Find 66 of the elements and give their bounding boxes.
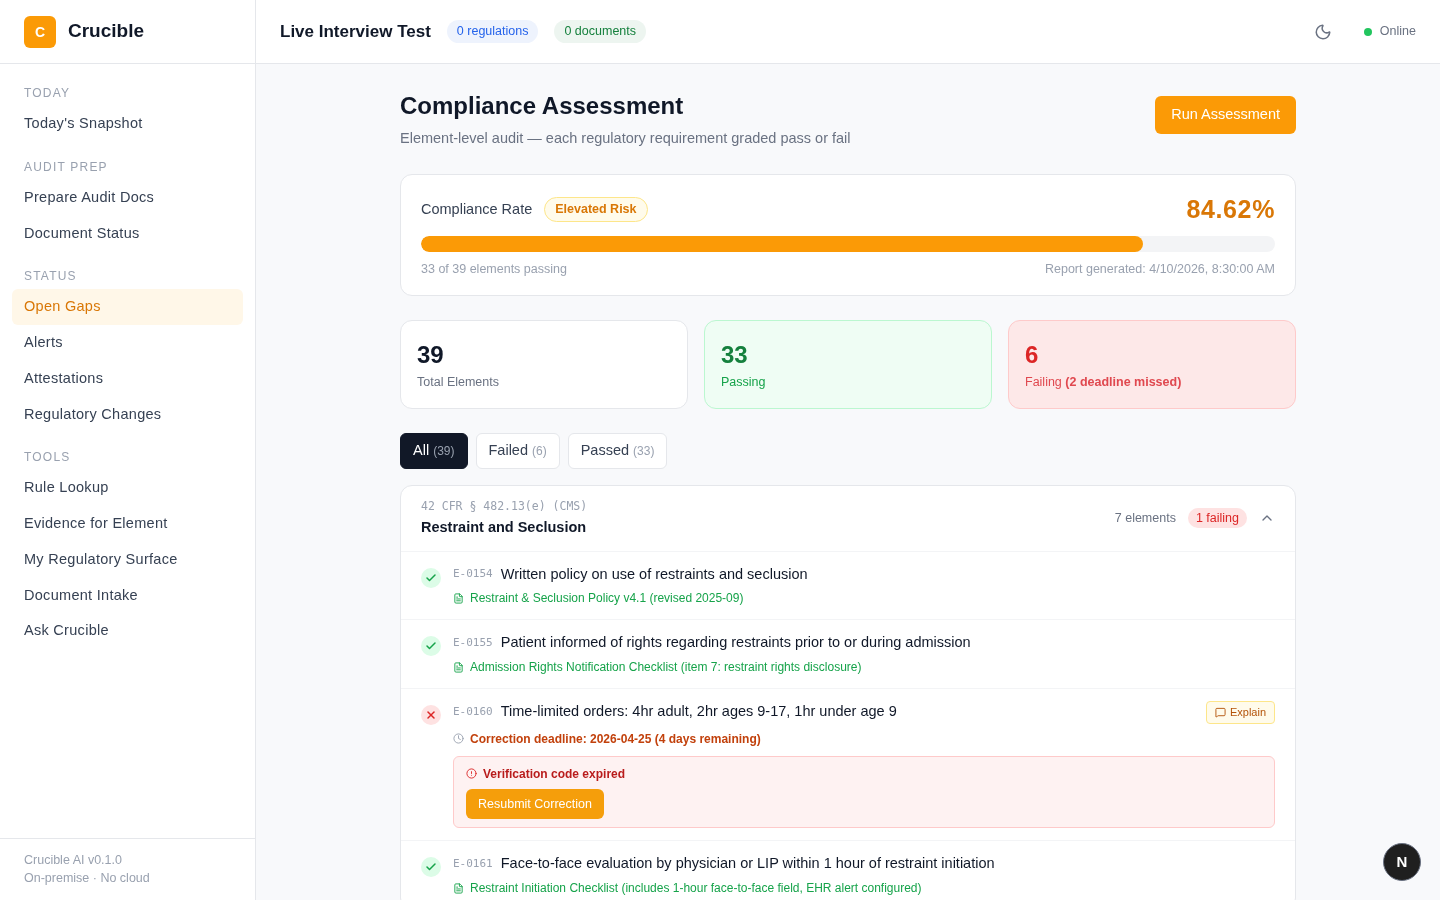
section-heading: STATUS <box>23 268 78 286</box>
document-icon <box>453 882 464 894</box>
logo: C <box>24 15 56 48</box>
stat-value: 33 <box>721 340 749 370</box>
stat-label: Passing <box>721 374 767 391</box>
element-text: Written policy on use of restraints and seclusion <box>500 564 808 584</box>
nav-item[interactable]: Evidence for Element <box>12 506 243 542</box>
element-id: E-0154 <box>453 566 493 583</box>
nav-item[interactable]: Attestations <box>12 360 243 397</box>
nav-item[interactable]: Document Status <box>12 215 243 252</box>
element-text: Patient informed of rights regarding restraints prior to or during admission <box>500 633 971 653</box>
nav-item[interactable]: My Regulatory Surface <box>12 541 243 578</box>
element-text: Time-limited orders: 4hr adult, 2hr ages 9-17, 1hr under age 9 <box>500 702 897 722</box>
footer-text: Crucible AI v0.1.0 <box>24 851 123 869</box>
passing-summary: 33 of 39 elements passing <box>421 261 567 279</box>
element-id: E-0161 <box>453 855 493 872</box>
element-text: Face-to-face evaluation by physician or LIP within 1 hour of restraint initiation <box>500 854 995 874</box>
element-id: E-0160 <box>453 704 493 720</box>
footer-text: On-premise · No cloud <box>24 870 151 888</box>
regulation-title: Restraint and Seclusion <box>421 517 588 537</box>
nav-item[interactable]: Ask Crucible <box>12 613 243 649</box>
document-icon <box>453 592 464 604</box>
stat-value: 39 <box>417 340 445 370</box>
subtitle: Element-level audit — each regulatory requirement graded pass or fail <box>400 129 851 148</box>
check-icon <box>421 636 441 657</box>
nav-item[interactable]: Document Intake <box>12 577 243 614</box>
clock-icon <box>453 733 464 744</box>
chat-icon <box>1214 706 1226 718</box>
nav-item[interactable]: Regulatory Changes <box>12 396 243 433</box>
failing-badge: 1 failing <box>1187 507 1247 529</box>
alert-icon <box>466 768 477 779</box>
count-badge: 0 regulations <box>446 20 539 43</box>
nav-item[interactable]: Prepare Audit Docs <box>12 179 243 216</box>
brand-name: Crucible <box>68 19 145 44</box>
page-title: Live Interview Test <box>280 20 431 43</box>
heading: Compliance Assessment <box>400 91 685 121</box>
filter-tab[interactable]: All (39) <box>400 432 468 469</box>
check-icon <box>421 857 441 878</box>
stat-label: Total Elements <box>417 374 500 391</box>
nav-item[interactable]: Today's Snapshot <box>12 106 243 142</box>
filter-tab[interactable]: Passed (33) <box>567 432 668 469</box>
nav-item[interactable]: Alerts <box>12 325 243 361</box>
count-badge: 0 documents <box>554 20 646 43</box>
rate-value: 84.62% <box>1186 193 1275 225</box>
report-time: Report generated: 4/10/2026, 8:30:00 AM <box>1044 261 1275 279</box>
section-heading: TODAY <box>23 85 72 102</box>
element-id: E-0155 <box>453 634 493 651</box>
filter-tab[interactable]: Failed (6) <box>475 432 560 469</box>
section-heading: TOOLS <box>23 449 72 467</box>
stat-label: Failing (2 deadline missed) <box>1025 374 1183 391</box>
dev-tools-button[interactable]: N <box>1383 843 1421 881</box>
theme-toggle-icon[interactable] <box>1313 22 1332 41</box>
risk-badge: Elevated Risk <box>544 197 648 222</box>
document-icon <box>453 661 464 673</box>
error-text: Verification code expired <box>483 765 626 783</box>
cross-icon <box>421 705 441 725</box>
deadline-text: Correction deadline: 2026-04-25 (4 days remaining) <box>470 730 761 748</box>
rate-label: Compliance Rate <box>421 199 533 219</box>
citation: 42 CFR § 482.13(e) (CMS) <box>421 497 589 515</box>
explain-button[interactable]: Explain <box>1205 701 1275 724</box>
element-count: 7 elements <box>1114 509 1176 527</box>
check-icon <box>421 567 441 588</box>
nav-item[interactable]: Rule Lookup <box>12 470 243 506</box>
section-heading: AUDIT PREP <box>23 158 109 176</box>
status-text: Online <box>1379 23 1416 41</box>
stat-value: 6 <box>1025 340 1040 370</box>
